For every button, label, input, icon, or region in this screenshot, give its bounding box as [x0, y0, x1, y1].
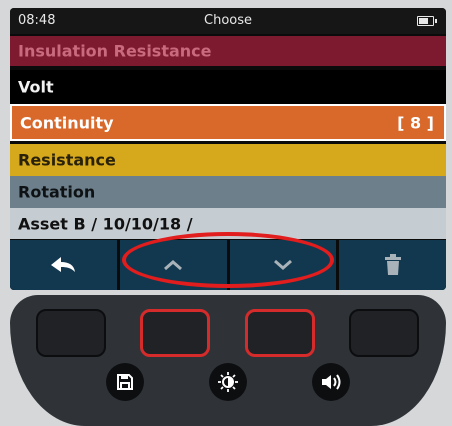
save-button[interactable]: [106, 363, 144, 401]
battery-icon: [417, 16, 437, 26]
menu-item-count: [ 8 ]: [397, 113, 434, 132]
menu-item-insulation-resistance[interactable]: Insulation Resistance: [10, 36, 446, 66]
menu-item-rotation[interactable]: Rotation: [10, 176, 446, 208]
menu-item-label: Insulation Resistance: [18, 41, 212, 61]
highlight-annotation: [122, 232, 334, 288]
menu-item-label: Volt: [18, 77, 54, 97]
status-bar: 08:48 Choose: [10, 8, 446, 34]
save-icon: [117, 374, 133, 390]
menu-item-volt[interactable]: Volt: [10, 70, 446, 104]
volume-button[interactable]: [312, 363, 350, 401]
hardware-key-1[interactable]: [36, 309, 106, 357]
hardware-key-3[interactable]: [245, 309, 315, 357]
trash-icon: [384, 254, 401, 275]
menu-item-label: Resistance: [18, 150, 116, 170]
menu-item-resistance[interactable]: Resistance: [10, 144, 446, 176]
screen-title: Choose: [204, 13, 252, 28]
hardware-key-4[interactable]: [349, 309, 419, 357]
menu-item-label: Rotation: [18, 182, 96, 202]
hardware-panel: [10, 295, 446, 426]
menu-item-continuity[interactable]: Continuity [ 8 ]: [10, 104, 446, 141]
menu-item-label: Continuity: [20, 113, 114, 132]
back-softkey[interactable]: [10, 240, 117, 290]
delete-softkey[interactable]: [339, 240, 446, 290]
asset-path-label: Asset B / 10/10/18 /: [18, 214, 193, 233]
brightness-button[interactable]: [209, 363, 247, 401]
brightness-icon: [218, 372, 238, 392]
back-arrow-icon: [51, 257, 76, 272]
hardware-key-2[interactable]: [140, 309, 210, 357]
volume-icon: [322, 374, 341, 390]
